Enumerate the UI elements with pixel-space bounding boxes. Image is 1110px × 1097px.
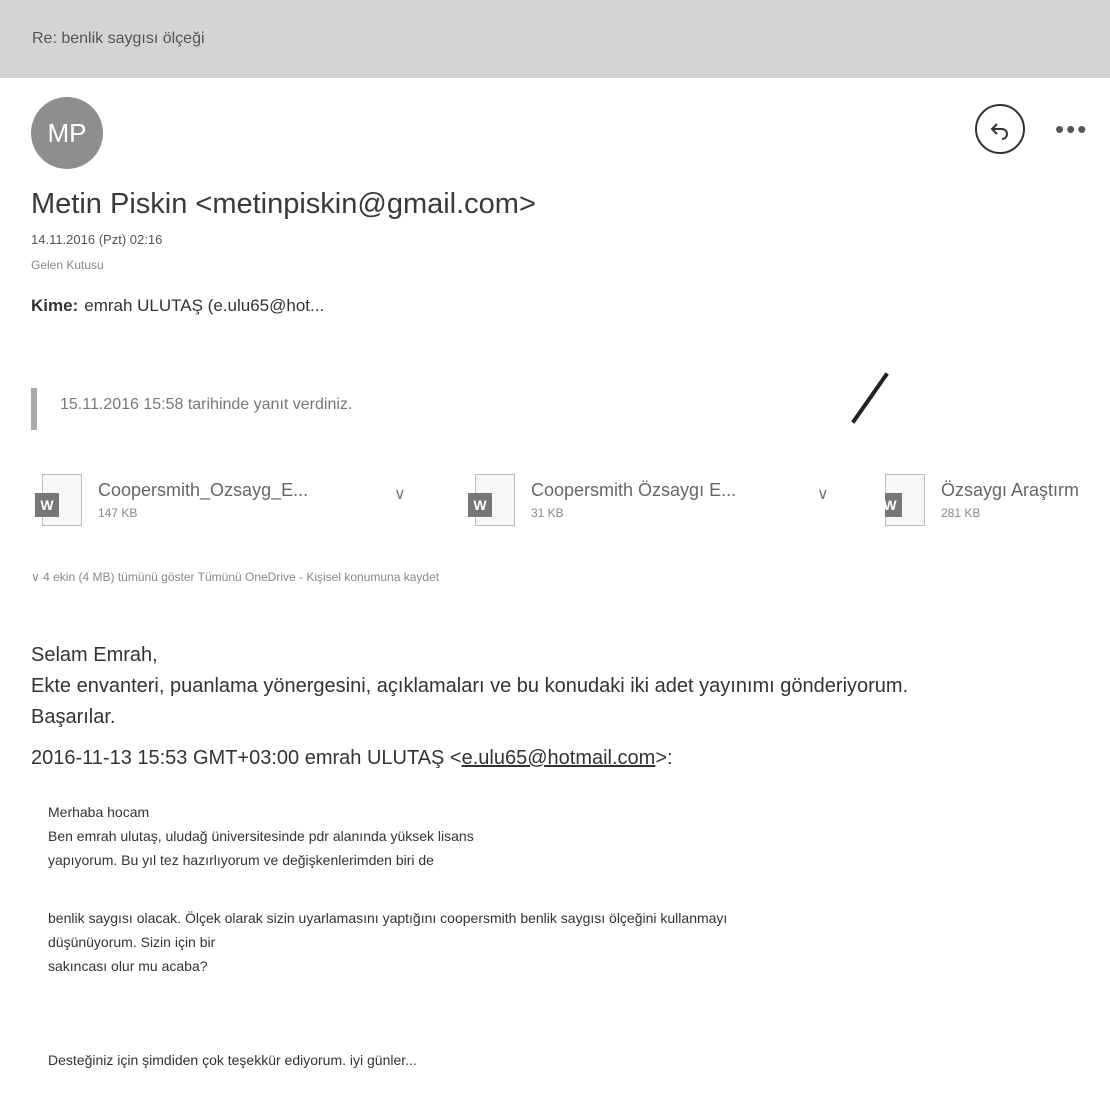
- attachment-name: Coopersmith_Ozsayg_E...: [98, 480, 309, 500]
- avatar: MP: [31, 97, 103, 169]
- chevron-down-icon: ∨: [31, 570, 44, 584]
- quoted-line: Desteğiniz için şimdiden çok teşekkür ed…: [48, 1052, 417, 1068]
- quoted-line: sakıncası olur mu acaba?: [48, 958, 208, 974]
- subject-bar: Re: benlik saygısı ölçeği: [0, 0, 1110, 78]
- sent-date: 14.11.2016 (Pzt) 02:16: [31, 232, 163, 247]
- attachment-summary-link[interactable]: ∨ 4 ekin (4 MB) tümünü göster Tümünü One…: [31, 570, 439, 584]
- reply-note: 15.11.2016 15:58 tarihinde yanıt verdini…: [60, 396, 353, 413]
- quoted-line: Merhaba hocam: [48, 804, 150, 820]
- chevron-down-icon[interactable]: ∨: [394, 484, 406, 504]
- email-body: Selam Emrah, Ekte envanteri, puanlama yö…: [31, 640, 908, 733]
- quoted-line: yapıyorum. Bu yıl tez hazırlıyorum ve de…: [48, 852, 434, 868]
- reply-button[interactable]: [975, 104, 1025, 154]
- greeting: Selam Emrah,: [31, 644, 158, 666]
- attachment-item[interactable]: W Özsaygı Araştırm 281 KB: [885, 474, 1110, 538]
- body-line: Başarılar.: [31, 706, 116, 728]
- attachment-item[interactable]: W Coopersmith_Ozsayg_E... 147 KB ∨: [35, 474, 422, 538]
- reply-note-bar: [31, 388, 37, 430]
- sender-name: Metin Piskin <metinpiskin@gmail.com>: [31, 188, 536, 220]
- quoted-line: benlik saygısı olacak. Ölçek olarak sizi…: [48, 910, 728, 926]
- folder-name: Gelen Kutusu: [31, 258, 104, 272]
- attachment-item[interactable]: W Coopersmith Özsaygı E... 31 KB ∨: [468, 474, 855, 538]
- pen-stroke-mark: [851, 372, 889, 424]
- word-document-icon: W: [35, 474, 82, 526]
- quoted-paragraph: benlik saygısı olacak. Ölçek olarak sizi…: [48, 906, 727, 978]
- email-subject: Re: benlik saygısı ölçeği: [32, 30, 205, 47]
- quoted-line: Ben emrah ulutaş, uludağ üniversitesinde…: [48, 828, 474, 844]
- word-document-icon: W: [885, 474, 925, 526]
- quoted-paragraph: Merhaba hocam Ben emrah ulutaş, uludağ ü…: [48, 800, 474, 872]
- attachment-name: Coopersmith Özsaygı E...: [531, 480, 737, 500]
- more-dots-icon: •••: [1055, 114, 1089, 144]
- attachment-size: 31 KB: [531, 506, 564, 520]
- quote-header: 2016-11-13 15:53 GMT+03:00 emrah ULUTAŞ …: [31, 747, 673, 769]
- attachment-name: Özsaygı Araştırm: [941, 480, 1080, 500]
- attachment-size: 147 KB: [98, 506, 138, 520]
- quoted-paragraph: Desteğiniz için şimdiden çok teşekkür ed…: [48, 1048, 417, 1072]
- quoted-line: düşünüyorum. Sizin için bir: [48, 934, 216, 950]
- email-link[interactable]: e.ulu65@hotmail.com: [462, 747, 656, 769]
- recipient-value[interactable]: emrah ULUTAŞ (e.ulu65@hot...: [84, 296, 324, 315]
- word-document-icon: W: [468, 474, 515, 526]
- reply-arrow-icon: [990, 123, 1008, 140]
- chevron-down-icon[interactable]: ∨: [817, 484, 829, 504]
- to-label: Kime:: [31, 296, 79, 315]
- body-line: Ekte envanteri, puanlama yönergesini, aç…: [31, 675, 909, 697]
- more-options-button[interactable]: •••: [1055, 114, 1088, 145]
- recipient-line: Kime: emrah ULUTAŞ (e.ulu65@hot...: [31, 296, 324, 316]
- attachment-size: 281 KB: [941, 506, 981, 520]
